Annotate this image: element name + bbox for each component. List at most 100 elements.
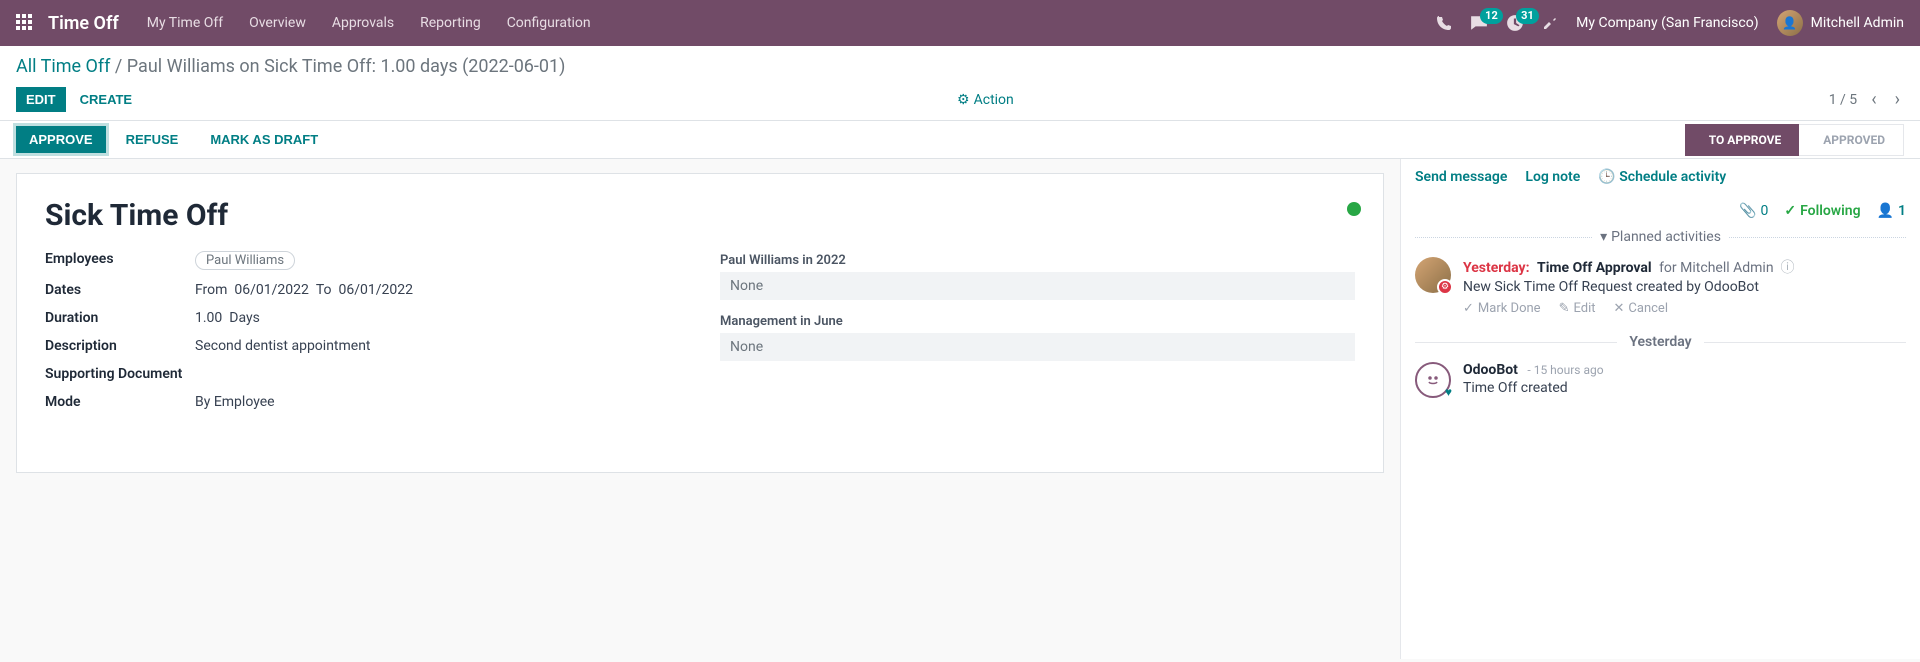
employee-tag[interactable]: Paul Williams (195, 251, 295, 270)
following-button[interactable]: ✓ Following (1784, 203, 1860, 219)
label-duration: Duration (45, 310, 195, 326)
followers-button[interactable]: 👤 1 (1877, 203, 1906, 219)
caret-down-icon: ▾ (1600, 229, 1607, 245)
pager-next-icon[interactable]: › (1891, 89, 1904, 110)
approve-button[interactable]: APPROVE (16, 126, 106, 153)
message-time: - 15 hours ago (1527, 363, 1603, 377)
stage-to-approve[interactable]: TO APPROVE (1685, 124, 1799, 156)
log-note-button[interactable]: Log note (1525, 169, 1580, 185)
cancel-activity-label: Cancel (1628, 301, 1668, 316)
messages-badge: 12 (1480, 8, 1503, 24)
create-button[interactable]: CREATE (70, 87, 142, 112)
cancel-activity-button[interactable]: ✕Cancel (1614, 301, 1668, 316)
planned-activities-label: Planned activities (1611, 229, 1721, 245)
paperclip-icon: 📎 (1739, 203, 1756, 219)
close-icon: ✕ (1614, 301, 1625, 316)
user-menu[interactable]: 👤 Mitchell Admin (1777, 10, 1904, 36)
duration-number: 1.00 (195, 310, 222, 326)
nav-my-time-off[interactable]: My Time Off (147, 15, 223, 31)
form-sheet: Sick Time Off Employees Paul Williams Da… (16, 173, 1384, 473)
edit-button[interactable]: EDIT (16, 87, 66, 112)
nav-reporting[interactable]: Reporting (420, 15, 481, 31)
label-supporting: Supporting Document (45, 366, 195, 382)
status-stages: TO APPROVE APPROVED (1685, 121, 1904, 158)
label-mode: Mode (45, 394, 195, 410)
stage-approved[interactable]: APPROVED (1799, 124, 1904, 156)
user-name: Mitchell Admin (1811, 15, 1904, 31)
nav-approvals[interactable]: Approvals (332, 15, 394, 31)
activity-type-icon: ⚙ (1437, 279, 1453, 295)
mark-done-label: Mark Done (1478, 301, 1541, 316)
duration-unit: Days (229, 310, 260, 326)
messages-icon[interactable]: 12 (1470, 14, 1488, 32)
activity-due: Yesterday: (1463, 260, 1530, 276)
schedule-activity-button[interactable]: 🕒 Schedule activity (1598, 169, 1726, 185)
message-text: Time Off created (1463, 380, 1604, 396)
value-dates: From 06/01/2022 To 06/01/2022 (195, 282, 413, 298)
main-area: Sick Time Off Employees Paul Williams Da… (0, 159, 1920, 659)
form-wrap: Sick Time Off Employees Paul Williams Da… (0, 159, 1400, 659)
planned-activities-header[interactable]: ▾Planned activities (1415, 229, 1906, 245)
activities-badge: 31 (1516, 8, 1539, 24)
breadcrumb-root[interactable]: All Time Off (16, 56, 110, 77)
message-author[interactable]: OdooBot (1463, 362, 1518, 378)
chatter-toolbar: Send message Log note 🕒 Schedule activit… (1415, 169, 1906, 219)
breadcrumb-sep: / (115, 56, 127, 77)
edit-activity-button[interactable]: ✎Edit (1559, 301, 1596, 316)
activity-summary: New Sick Time Off Request created by Odo… (1463, 279, 1795, 295)
mark-as-draft-button[interactable]: MARK AS DRAFT (198, 127, 330, 152)
message-date-separator: Yesterday (1415, 334, 1906, 350)
heart-icon: ♥ (1445, 385, 1452, 399)
label-dates: Dates (45, 282, 195, 298)
nav-configuration[interactable]: Configuration (507, 15, 591, 31)
followers-count: 1 (1898, 203, 1906, 219)
value-mode: By Employee (195, 394, 275, 410)
apps-icon[interactable] (16, 14, 34, 32)
refuse-button[interactable]: REFUSE (114, 127, 191, 152)
clock-icon: 🕒 (1598, 169, 1615, 185)
action-label: Action (974, 92, 1014, 108)
attachments-button[interactable]: 📎 0 (1739, 203, 1768, 219)
activity-avatar-icon: ⚙ (1415, 257, 1451, 293)
nav-overview[interactable]: Overview (249, 15, 306, 31)
phone-icon[interactable] (1436, 15, 1452, 31)
gear-icon: ⚙ (957, 92, 970, 108)
send-message-button[interactable]: Send message (1415, 169, 1507, 185)
info-icon[interactable]: ⓘ (1781, 260, 1795, 276)
debug-icon[interactable] (1542, 15, 1558, 31)
pager-counter[interactable]: 1 / 5 (1829, 92, 1857, 108)
mark-done-button[interactable]: ✓ Mark Done (1463, 301, 1541, 316)
label-employees: Employees (45, 251, 195, 270)
chatter: Send message Log note 🕒 Schedule activit… (1400, 159, 1920, 659)
dates-to-label: To (316, 282, 332, 298)
dates-from-label: From (195, 282, 227, 298)
activity-for-user: Mitchell Admin (1680, 260, 1773, 276)
presence-dot-icon (1347, 202, 1361, 216)
label-description: Description (45, 338, 195, 354)
breadcrumb: All Time Off / Paul Williams on Sick Tim… (16, 56, 1904, 77)
value-description: Second dentist appointment (195, 338, 371, 354)
breadcrumb-current: Paul Williams on Sick Time Off: 1.00 day… (127, 56, 566, 77)
action-dropdown[interactable]: ⚙ Action (957, 92, 1014, 108)
panel2-label: Management in June (720, 314, 1355, 329)
panel1-value: None (720, 272, 1355, 300)
check-icon: ✓ (1463, 301, 1474, 316)
activity-title: Time Off Approval (1537, 260, 1652, 276)
activities-icon[interactable]: 31 (1506, 14, 1524, 32)
schedule-activity-label: Schedule activity (1619, 169, 1726, 185)
bot-avatar-icon: ♥ (1415, 362, 1451, 398)
person-icon: 👤 (1877, 203, 1894, 219)
company-switcher[interactable]: My Company (San Francisco) (1576, 15, 1758, 31)
pencil-icon: ✎ (1559, 301, 1570, 316)
control-panel: All Time Off / Paul Williams on Sick Tim… (0, 46, 1920, 121)
user-avatar-icon: 👤 (1777, 10, 1803, 36)
nav-links: My Time Off Overview Approvals Reporting… (147, 15, 591, 31)
pager-prev-icon[interactable]: ‹ (1867, 89, 1880, 110)
activity-item: ⚙ Yesterday: Time Off Approval for Mitch… (1415, 257, 1906, 316)
activity-for-label: for (1659, 260, 1677, 276)
dates-from-value: 06/01/2022 (234, 282, 309, 298)
app-brand[interactable]: Time Off (48, 13, 119, 34)
nav-right: 12 31 My Company (San Francisco) 👤 Mitch… (1436, 10, 1904, 36)
status-bar: APPROVE REFUSE MARK AS DRAFT TO APPROVE … (0, 121, 1920, 159)
following-label: Following (1800, 203, 1860, 219)
